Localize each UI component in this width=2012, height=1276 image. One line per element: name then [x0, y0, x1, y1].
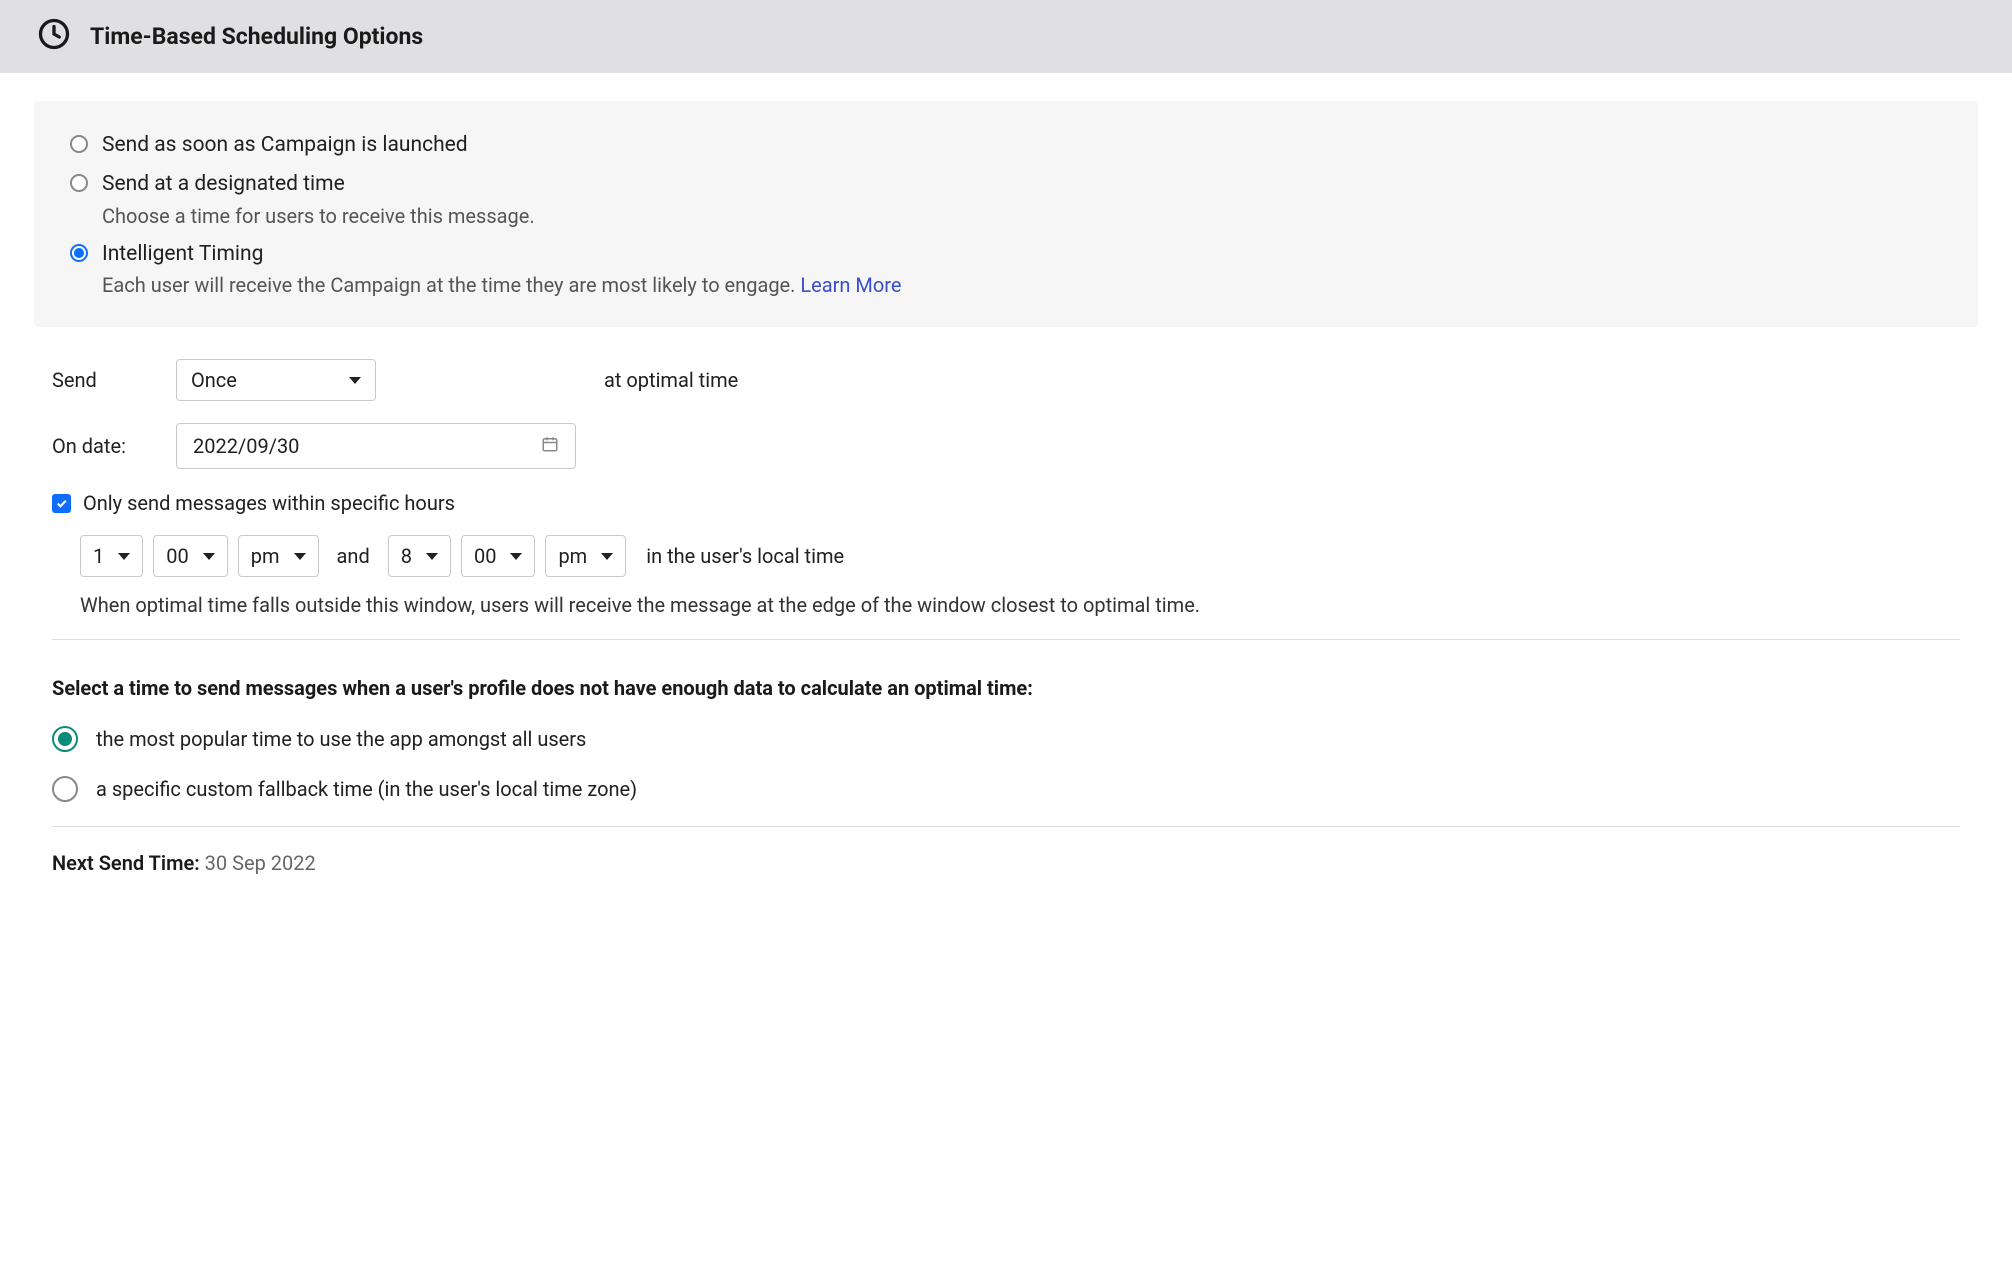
specific-hours-checkbox-row[interactable]: Only send messages within specific hours — [52, 491, 1960, 515]
fallback-option-popular[interactable]: the most popular time to use the app amo… — [52, 726, 1960, 752]
end-minute-select[interactable]: 00 — [461, 535, 535, 577]
next-send-value: 30 Sep 2022 — [205, 851, 316, 875]
chevron-down-icon — [294, 553, 306, 560]
end-ampm-select[interactable]: pm — [545, 535, 626, 577]
frequency-value: Once — [191, 368, 237, 392]
radio-checked-icon — [52, 726, 78, 752]
and-text: and — [337, 544, 370, 568]
send-label: Send — [52, 368, 148, 392]
end-hour-select[interactable]: 8 — [388, 535, 451, 577]
end-minute-value: 00 — [474, 544, 496, 568]
end-ampm-value: pm — [558, 544, 587, 568]
page-header: Time-Based Scheduling Options — [0, 0, 2012, 73]
checkbox-checked-icon — [52, 494, 71, 513]
start-minute-select[interactable]: 00 — [153, 535, 227, 577]
specific-hours-label: Only send messages within specific hours — [83, 491, 455, 515]
start-hour-select[interactable]: 1 — [80, 535, 143, 577]
chevron-down-icon — [426, 553, 438, 560]
radio-checked-icon — [70, 244, 88, 262]
start-ampm-value: pm — [251, 544, 280, 568]
option-send-immediately[interactable]: Send as soon as Campaign is launched — [70, 131, 1942, 160]
radio-unchecked-icon — [70, 174, 88, 192]
option-label: Intelligent Timing — [102, 240, 902, 269]
start-minute-value: 00 — [166, 544, 188, 568]
learn-more-link[interactable]: Learn More — [800, 273, 901, 297]
timing-options-panel: Send as soon as Campaign is launched Sen… — [34, 101, 1978, 327]
chevron-down-icon — [349, 377, 361, 384]
start-hour-value: 1 — [93, 544, 104, 568]
fallback-heading: Select a time to send messages when a us… — [52, 676, 1960, 700]
fallback-label: the most popular time to use the app amo… — [96, 727, 586, 751]
chevron-down-icon — [118, 553, 130, 560]
divider — [52, 639, 1960, 640]
radio-unchecked-icon — [52, 776, 78, 802]
send-suffix: at optimal time — [604, 368, 738, 392]
option-description: Each user will receive the Campaign at t… — [102, 271, 902, 299]
next-send-label: Next Send Time: — [52, 851, 205, 875]
divider — [52, 826, 1960, 827]
radio-unchecked-icon — [70, 135, 88, 153]
chevron-down-icon — [510, 553, 522, 560]
chevron-down-icon — [203, 553, 215, 560]
fallback-label: a specific custom fallback time (in the … — [96, 777, 637, 801]
option-label: Send as soon as Campaign is launched — [102, 131, 468, 160]
option-label: Send at a designated time — [102, 170, 535, 199]
page-title: Time-Based Scheduling Options — [90, 23, 423, 50]
timezone-text: in the user's local time — [646, 544, 844, 568]
hours-helper-text: When optimal time falls outside this win… — [80, 593, 1960, 617]
option-intelligent-timing[interactable]: Intelligent Timing Each user will receiv… — [70, 240, 1942, 299]
fallback-option-custom[interactable]: a specific custom fallback time (in the … — [52, 776, 1960, 802]
date-value: 2022/09/30 — [193, 434, 299, 458]
date-input[interactable]: 2022/09/30 — [176, 423, 576, 469]
option-description: Choose a time for users to receive this … — [102, 202, 535, 230]
calendar-icon — [541, 434, 559, 458]
end-hour-value: 8 — [401, 544, 412, 568]
frequency-select[interactable]: Once — [176, 359, 376, 401]
next-send-time: Next Send Time: 30 Sep 2022 — [52, 851, 1960, 875]
chevron-down-icon — [601, 553, 613, 560]
clock-icon — [36, 16, 72, 57]
option-desc-text: Each user will receive the Campaign at t… — [102, 273, 800, 297]
option-designated-time[interactable]: Send at a designated time Choose a time … — [70, 170, 1942, 229]
start-ampm-select[interactable]: pm — [238, 535, 319, 577]
date-label: On date: — [52, 434, 148, 458]
